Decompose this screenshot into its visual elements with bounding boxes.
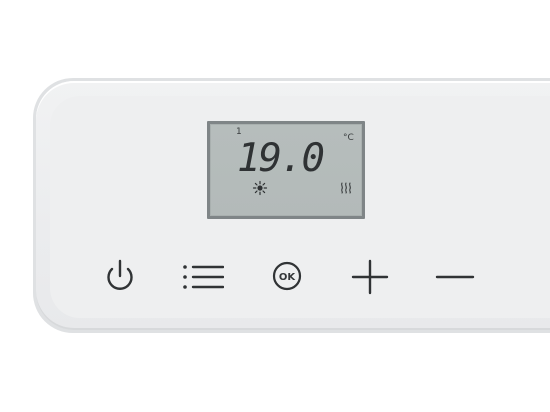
lcd-display: 1 19.0 °C [210, 124, 362, 216]
thermostat-screen: 1 19.0 °C OK [0, 0, 550, 412]
minus-icon [435, 275, 475, 279]
ok-circle-icon: OK [272, 261, 302, 291]
power-icon [107, 259, 133, 290]
sun-icon [252, 180, 268, 196]
decrease-temperature-button[interactable] [433, 254, 477, 298]
ok-button-label: OK [279, 272, 297, 283]
increase-temperature-button[interactable] [348, 254, 392, 298]
temperature-readout: 19.0 [237, 136, 325, 180]
temperature-value: 19.0 [237, 136, 323, 180]
heat-waves-icon [341, 182, 351, 194]
temperature-unit: °C [343, 133, 354, 143]
menu-button[interactable] [180, 254, 224, 298]
ok-button[interactable]: OK [265, 254, 309, 298]
plus-icon [351, 259, 389, 295]
power-button[interactable] [98, 254, 142, 298]
menu-list-icon [183, 265, 224, 289]
